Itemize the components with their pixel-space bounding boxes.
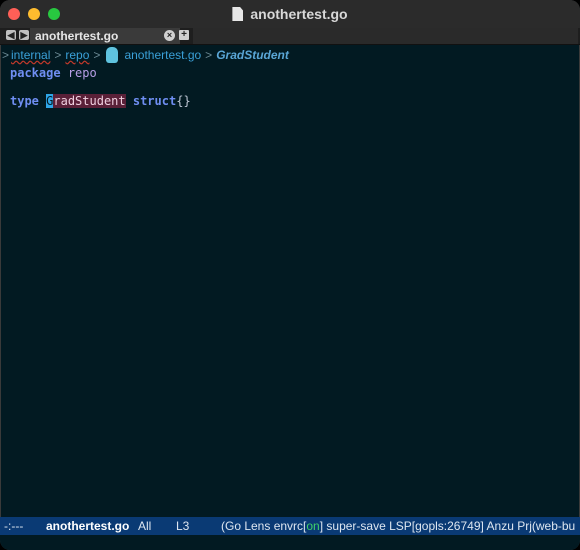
document-icon (232, 7, 244, 21)
modeline-buffer-name[interactable]: anothertest.go (46, 519, 129, 533)
modeline-state: -:--- (4, 519, 24, 533)
type-name-highlight: GradStudent (46, 94, 126, 108)
breadcrumb-item-internal[interactable]: internal (11, 48, 50, 62)
title-wrap: anothertest.go (0, 0, 580, 28)
tab-scroll-right-icon[interactable]: ▶ (19, 30, 29, 40)
tab-scroll-left-icon[interactable]: ◀ (6, 30, 16, 40)
breadcrumb-separator: > (2, 48, 10, 62)
package-name: repo (67, 66, 97, 80)
modeline-position: All (138, 519, 152, 533)
window-title: anothertest.go (250, 6, 348, 22)
title-bar: anothertest.go (0, 0, 580, 28)
mode-line: -:--- anothertest.go All L3 (Go Lens env… (0, 517, 580, 535)
type-name-rest: radStudent (53, 94, 126, 108)
modeline-line: L3 (176, 519, 190, 533)
modeline-modes[interactable]: (Go Lens envrc[on] super-save LSP[gopls:… (221, 519, 575, 533)
code-line-3[interactable]: type GradStudent struct{} (10, 94, 191, 108)
breadcrumb-item-symbol[interactable]: GradStudent (216, 48, 289, 62)
modeline-modes-suffix: ] super-save LSP[gopls:26749] Anzu Prj(w… (319, 519, 576, 533)
tab-close-icon[interactable]: × (164, 30, 175, 41)
keyword-struct: struct (132, 94, 177, 108)
keyword-package: package (10, 66, 61, 80)
tab-bar: ◀ ▶ anothertest.go × + (0, 28, 580, 45)
modeline-modes-prefix: (Go Lens envrc[ (221, 519, 307, 533)
breadcrumb: > internal > repo > anothertest.go > Gra… (0, 45, 580, 65)
breadcrumb-separator: > (205, 48, 213, 62)
tab-anothertest-go[interactable]: anothertest.go × (30, 28, 180, 44)
keyword-type: type (10, 94, 39, 108)
new-tab-icon[interactable]: + (179, 30, 189, 40)
code-line-1[interactable]: package repo (10, 66, 97, 80)
tab-bar-filler (193, 28, 578, 44)
tab-label: anothertest.go (35, 29, 119, 43)
breadcrumb-item-file[interactable]: anothertest.go (124, 48, 201, 62)
breadcrumb-separator: > (54, 48, 62, 62)
struct-body: {} (176, 94, 191, 108)
envrc-status: on (306, 519, 320, 533)
breadcrumb-separator: > (93, 48, 101, 62)
go-gopher-icon (106, 47, 119, 63)
breadcrumb-item-repo[interactable]: repo (65, 48, 89, 62)
minibuffer[interactable] (0, 535, 580, 550)
emacs-window: anothertest.go ◀ ▶ anothertest.go × + > … (0, 0, 580, 550)
